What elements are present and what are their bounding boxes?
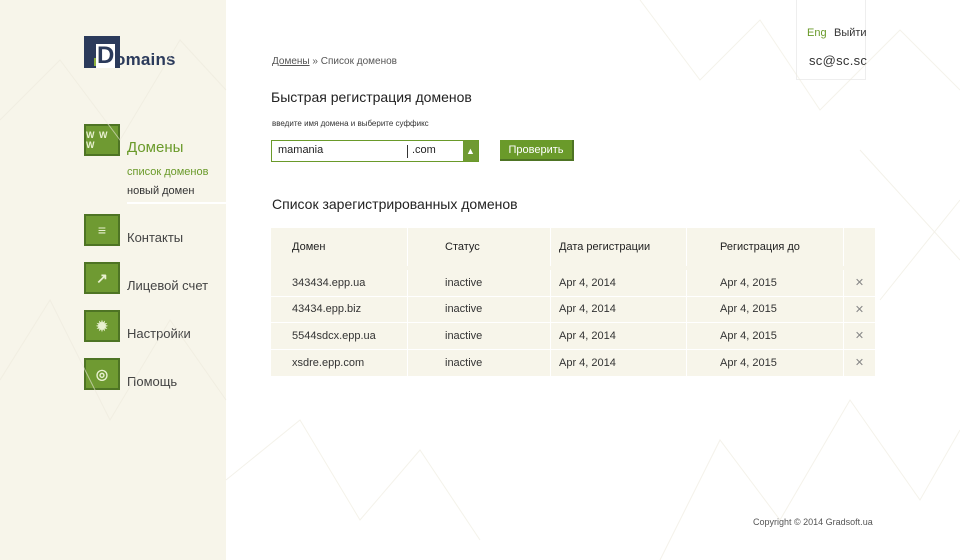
logo-letter: D bbox=[96, 42, 116, 69]
sidebar-item-help[interactable]: ◎ Помощь bbox=[84, 358, 177, 390]
reg-date-cell: Apr 4, 2014 bbox=[551, 349, 687, 376]
domain-cell[interactable]: 43434.epp.biz bbox=[271, 296, 408, 322]
user-panel bbox=[796, 0, 866, 80]
column-header-reg-date: Дата регистрации bbox=[551, 228, 687, 266]
sidebar-item-settings[interactable]: ✹ Настройки bbox=[84, 310, 191, 342]
delete-icon[interactable]: ✕ bbox=[844, 297, 875, 323]
status-cell: inactive bbox=[408, 323, 551, 349]
column-header-actions bbox=[844, 228, 875, 266]
domain-cell[interactable]: 5544sdcx.epp.ua bbox=[271, 323, 408, 349]
subnav-domain-list[interactable]: список доменов bbox=[127, 165, 208, 179]
column-header-status: Статус bbox=[408, 228, 551, 266]
column-header-expires: Регистрация до bbox=[687, 228, 844, 266]
text-cursor bbox=[407, 145, 408, 158]
breadcrumb: Домены » Список доменов bbox=[272, 56, 397, 67]
sidebar-item-contacts[interactable]: ≡ Контакты bbox=[84, 214, 183, 246]
contacts-list-icon: ≡ bbox=[84, 214, 120, 246]
status-cell: inactive bbox=[408, 349, 551, 376]
gear-icon: ✹ bbox=[84, 310, 120, 342]
main-content: Домены » Список доменов Eng Выйти sc@sc.… bbox=[226, 0, 960, 560]
sidebar-item-label: Лицевой счет bbox=[127, 278, 209, 293]
expires-cell: Apr 4, 2015 bbox=[687, 296, 844, 322]
status-cell: inactive bbox=[408, 296, 551, 322]
reg-date-cell: Apr 4, 2014 bbox=[551, 270, 687, 296]
suffix-dropdown-button[interactable]: ▲ bbox=[463, 141, 478, 161]
lifebuoy-icon: ◎ bbox=[84, 358, 120, 390]
quick-registration-title: Быстрая регистрация доменов bbox=[271, 89, 472, 105]
domain-name-input[interactable] bbox=[278, 144, 402, 156]
sidebar-item-label: Помощь bbox=[127, 374, 178, 389]
sidebar-item-label: Контакты bbox=[127, 230, 184, 245]
table-row[interactable]: 5544sdcx.epp.ua inactive Apr 4, 2014 Apr… bbox=[271, 323, 875, 350]
domain-input-group: .com ▲ bbox=[271, 140, 479, 162]
logo-text: omains bbox=[115, 50, 176, 69]
quick-registration-hint: введите имя домена и выберите суффикс bbox=[272, 119, 429, 128]
table-row[interactable]: xsdre.epp.com inactive Apr 4, 2014 Apr 4… bbox=[271, 349, 875, 377]
subnav-new-domain[interactable]: новый домен bbox=[127, 184, 194, 198]
lifebuoy-icon-glyph: ◎ bbox=[95, 365, 109, 382]
breadcrumb-home-link[interactable]: Домены bbox=[272, 56, 310, 67]
domain-list-title: Список зарегистрированных доменов bbox=[272, 196, 518, 212]
suffix-select-value[interactable]: .com bbox=[412, 144, 436, 156]
subnav-divider bbox=[127, 202, 226, 204]
sidebar-item-label: Настройки bbox=[127, 326, 191, 341]
domains-table: Домен Статус Дата регистрации Регистраци… bbox=[271, 228, 875, 376]
expires-cell: Apr 4, 2015 bbox=[687, 270, 844, 296]
sidebar: D omains W W W Домены список доменов нов… bbox=[0, 0, 226, 560]
account-chart-icon: ↗ bbox=[84, 262, 120, 294]
table-header-row: Домен Статус Дата регистрации Регистраци… bbox=[271, 228, 875, 266]
status-cell: inactive bbox=[408, 270, 551, 296]
copyright: Copyright © 2014 Gradsoft.ua bbox=[753, 517, 873, 527]
breadcrumb-current: Список доменов bbox=[320, 56, 397, 67]
logout-link[interactable]: Выйти bbox=[834, 27, 867, 39]
table-row[interactable]: 343434.epp.ua inactive Apr 4, 2014 Apr 4… bbox=[271, 270, 875, 297]
sidebar-item-account[interactable]: ↗ Лицевой счет bbox=[84, 262, 208, 294]
check-button[interactable]: Проверить bbox=[500, 140, 574, 161]
www-icon: W W W bbox=[84, 124, 120, 156]
column-header-domain: Домен bbox=[271, 228, 408, 266]
gear-icon-glyph: ✹ bbox=[96, 317, 108, 334]
triangle-up-icon: ▲ bbox=[466, 146, 475, 156]
sidebar-item-domains[interactable]: W W W Домены bbox=[84, 124, 183, 156]
domain-cell[interactable]: 343434.epp.ua bbox=[271, 270, 408, 296]
www-icon-text: W W W bbox=[86, 130, 109, 150]
contacts-icon-glyph: ≡ bbox=[97, 222, 107, 238]
reg-date-cell: Apr 4, 2014 bbox=[551, 323, 687, 349]
sidebar-item-label: Домены bbox=[127, 139, 184, 156]
table-row[interactable]: 43434.epp.biz inactive Apr 4, 2014 Apr 4… bbox=[271, 296, 875, 323]
language-switch[interactable]: Eng bbox=[807, 27, 827, 39]
account-icon-glyph: ↗ bbox=[96, 269, 108, 286]
delete-icon[interactable]: ✕ bbox=[844, 350, 875, 377]
breadcrumb-separator: » bbox=[309, 56, 321, 67]
reg-date-cell: Apr 4, 2014 bbox=[551, 296, 687, 322]
delete-icon[interactable]: ✕ bbox=[844, 270, 875, 296]
delete-icon[interactable]: ✕ bbox=[844, 323, 875, 349]
user-email: sc@sc.sc bbox=[809, 53, 868, 68]
domain-cell[interactable]: xsdre.epp.com bbox=[271, 349, 408, 376]
expires-cell: Apr 4, 2015 bbox=[687, 323, 844, 349]
expires-cell: Apr 4, 2015 bbox=[687, 349, 844, 376]
